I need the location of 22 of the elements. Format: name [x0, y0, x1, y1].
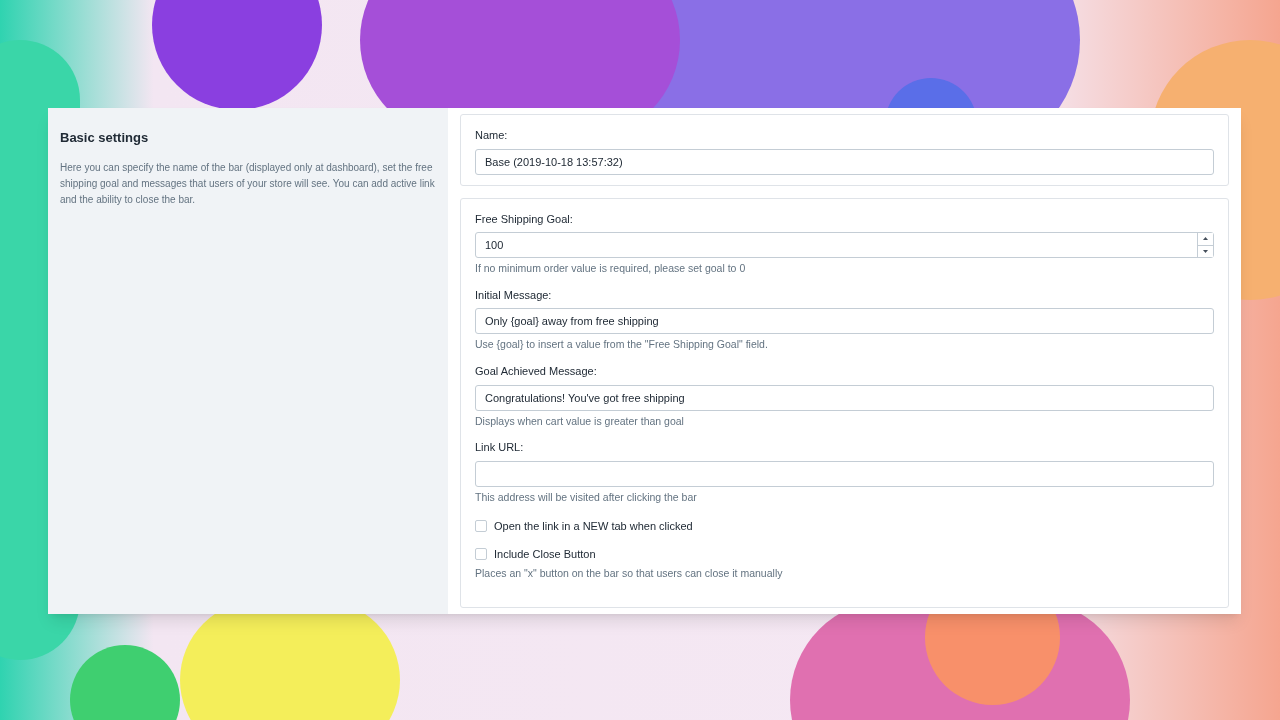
checkbox[interactable]: [475, 519, 487, 532]
section-description: Here you can specify the name of the bar (displayed only at dashboard), set the free shipping goal and messages that users of your store will see. You can add active link and the ability to close the bar.: [60, 160, 436, 207]
field-label: Link URL:: [475, 440, 525, 456]
help-text: Displays when cart value is greater than goal: [475, 413, 685, 429]
input-field[interactable]: Congratulations! You've got free shipping: [475, 384, 1214, 411]
field-label: Goal Achieved Message:: [475, 364, 598, 379]
help-text: If no minimum order value is required, please set goal to 0: [475, 261, 747, 276]
caret-up-icon: [1203, 237, 1208, 241]
input-field[interactable]: Only {goal} away from free shipping: [475, 308, 1214, 335]
checkbox-label: Open the link in a NEW tab when clicked: [494, 518, 693, 534]
number-field[interactable]: 100: [475, 232, 1214, 258]
field-label: Initial Message:: [475, 287, 553, 303]
help-text: Use {goal} to insert a value from the "Free Shipping Goal" field.: [475, 337, 769, 353]
help-text: This address will be visited after clicking the bar: [475, 489, 698, 505]
checkbox-label: Include Close Button: [494, 547, 596, 562]
help-text: Places an "x" button on the bar so that users can close it manually: [475, 565, 784, 581]
checkbox[interactable]: [475, 548, 487, 561]
input-field[interactable]: Base (2019-10-18 13:57:32): [475, 148, 1214, 175]
caret-down-icon: [1203, 249, 1208, 253]
section-title: Basic settings: [60, 129, 150, 147]
field-label: Free Shipping Goal:: [475, 211, 574, 227]
field-label: Name:: [475, 128, 509, 143]
